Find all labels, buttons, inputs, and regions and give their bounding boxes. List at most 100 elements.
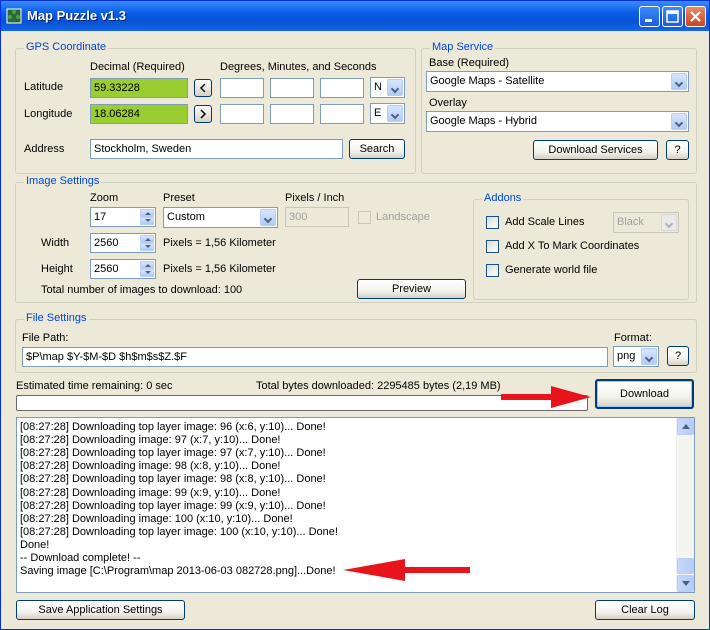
total-bytes-text: Total bytes downloaded: 2295485 bytes (2… bbox=[256, 380, 501, 392]
width-stepper[interactable]: 2560 bbox=[90, 233, 156, 253]
chevron-right-icon bbox=[200, 109, 207, 119]
window-title: Map Puzzle v1.3 bbox=[27, 8, 126, 23]
ppi-value: 300 bbox=[289, 211, 308, 223]
file-path-label: File Path: bbox=[22, 332, 69, 344]
longitude-degrees-input[interactable] bbox=[220, 104, 264, 124]
longitude-hemisphere-value: E bbox=[374, 107, 382, 119]
chevron-down-icon[interactable] bbox=[260, 209, 276, 226]
longitude-minutes-input[interactable] bbox=[270, 104, 314, 124]
latitude-seconds-input[interactable] bbox=[320, 78, 364, 98]
base-map-select[interactable]: Google Maps - Satellite bbox=[426, 71, 689, 92]
preset-select[interactable]: Custom bbox=[163, 207, 278, 228]
app-window: Map Puzzle v1.3 GPS Coordinate Decimal (… bbox=[0, 0, 710, 630]
red-arrow-icon bbox=[343, 559, 470, 581]
download-services-button[interactable]: Download Services bbox=[533, 140, 658, 160]
longitude-seconds-input[interactable] bbox=[320, 104, 364, 124]
ppi-stepper: 300 bbox=[285, 207, 349, 227]
image-settings-group-title: Image Settings bbox=[24, 175, 102, 187]
latitude-label: Latitude bbox=[24, 81, 64, 93]
scale-lines-label: Add Scale Lines bbox=[505, 216, 585, 228]
overlay-map-select[interactable]: Google Maps - Hybrid bbox=[426, 111, 689, 132]
scroll-up-icon[interactable] bbox=[677, 418, 694, 435]
log-scrollbar[interactable] bbox=[676, 418, 694, 592]
dms-header: Degrees, Minutes, and Seconds bbox=[220, 61, 377, 73]
title-bar[interactable]: Map Puzzle v1.3 bbox=[1, 1, 709, 31]
longitude-hemisphere-select[interactable]: E bbox=[370, 103, 405, 124]
log-line: [08:27:28] Downloading image: 99 (x:9, y… bbox=[20, 486, 281, 499]
spin-down-icon[interactable] bbox=[140, 269, 154, 277]
download-button[interactable]: Download bbox=[595, 379, 694, 409]
latitude-minutes-input[interactable] bbox=[270, 78, 314, 98]
scale-lines-color-select: Black bbox=[613, 212, 679, 233]
longitude-decimal-input[interactable]: 18.06284 bbox=[90, 104, 188, 124]
file-settings-help-button[interactable]: ? bbox=[667, 346, 689, 366]
format-value: png bbox=[617, 350, 636, 362]
spin-up-icon[interactable] bbox=[140, 261, 154, 269]
file-settings-group-title: File Settings bbox=[24, 312, 89, 324]
format-label: Format: bbox=[614, 332, 652, 344]
latitude-degrees-input[interactable] bbox=[220, 78, 264, 98]
scroll-thumb[interactable] bbox=[677, 558, 694, 574]
zoom-value: 17 bbox=[94, 211, 107, 223]
height-stepper[interactable]: 2560 bbox=[90, 259, 156, 279]
height-value: 2560 bbox=[94, 263, 119, 275]
height-info: Pixels = 1,56 Kilometer bbox=[163, 263, 276, 275]
time-remaining-text: Estimated time remaining: 0 sec bbox=[16, 380, 173, 392]
mark-coordinates-checkbox[interactable] bbox=[486, 240, 499, 253]
base-map-value: Google Maps - Satellite bbox=[430, 75, 545, 87]
preset-label: Preset bbox=[163, 192, 195, 204]
clear-log-button[interactable]: Clear Log bbox=[595, 600, 695, 620]
format-select[interactable]: png bbox=[613, 346, 659, 367]
world-file-checkbox[interactable] bbox=[486, 264, 499, 277]
map-service-help-button[interactable]: ? bbox=[666, 140, 689, 160]
log-line: [08:27:28] Downloading top layer image: … bbox=[20, 447, 326, 460]
address-input[interactable]: Stockholm, Sweden bbox=[90, 139, 343, 159]
red-arrow-icon bbox=[501, 386, 591, 408]
overlay-label: Overlay bbox=[429, 97, 467, 109]
landscape-checkbox bbox=[358, 211, 371, 224]
log-line: Done! bbox=[20, 538, 50, 551]
chevron-down-icon[interactable] bbox=[641, 348, 657, 365]
height-label: Height bbox=[41, 263, 73, 275]
save-settings-button[interactable]: Save Application Settings bbox=[16, 600, 185, 620]
map-service-group-title: Map Service bbox=[430, 41, 496, 53]
scale-lines-checkbox[interactable] bbox=[486, 216, 499, 229]
file-path-input[interactable]: $P\map $Y-$M-$D $h$m$s$Z.$F bbox=[22, 347, 608, 367]
minimize-icon bbox=[645, 19, 652, 22]
minimize-button[interactable] bbox=[639, 6, 660, 27]
latitude-convert-button[interactable] bbox=[194, 79, 212, 97]
latitude-decimal-input[interactable]: 59.33228 bbox=[90, 78, 188, 98]
latitude-hemisphere-select[interactable]: N bbox=[370, 77, 405, 98]
spin-up-icon[interactable] bbox=[140, 209, 154, 217]
maximize-button[interactable] bbox=[662, 6, 683, 27]
width-label: Width bbox=[41, 237, 70, 249]
log-line: [08:27:28] Downloading top layer image: … bbox=[20, 473, 326, 486]
spin-down-icon[interactable] bbox=[140, 217, 154, 225]
width-info: Pixels = 1,56 Kilometer bbox=[163, 237, 276, 249]
chevron-down-icon[interactable] bbox=[387, 105, 403, 122]
decimal-header: Decimal (Required) bbox=[90, 61, 185, 73]
base-label: Base (Required) bbox=[429, 57, 510, 69]
preset-value: Custom bbox=[167, 211, 205, 223]
close-button[interactable] bbox=[685, 6, 706, 27]
longitude-convert-button[interactable] bbox=[194, 105, 212, 123]
spin-up-icon[interactable] bbox=[140, 235, 154, 243]
mark-coordinates-label: Add X To Mark Coordinates bbox=[505, 240, 640, 252]
landscape-label: Landscape bbox=[376, 211, 430, 223]
chevron-down-icon[interactable] bbox=[671, 113, 687, 130]
zoom-stepper[interactable]: 17 bbox=[90, 207, 156, 227]
scroll-down-icon[interactable] bbox=[677, 575, 694, 592]
spin-down-icon[interactable] bbox=[140, 243, 154, 251]
log-line: [08:27:28] Downloading top layer image: … bbox=[20, 525, 338, 538]
log-line: [08:27:28] Downloading image: 98 (x:8, y… bbox=[20, 460, 281, 473]
scale-lines-color-value: Black bbox=[617, 216, 644, 228]
log-line: [08:27:28] Downloading top layer image: … bbox=[20, 499, 326, 512]
preview-button[interactable]: Preview bbox=[357, 279, 466, 299]
log-line: [08:27:28] Downloading top layer image: … bbox=[20, 421, 326, 433]
chevron-down-icon[interactable] bbox=[671, 73, 687, 90]
search-button[interactable]: Search bbox=[349, 139, 405, 159]
world-file-label: Generate world file bbox=[505, 264, 598, 276]
overlay-map-value: Google Maps - Hybrid bbox=[430, 115, 537, 127]
address-label: Address bbox=[24, 143, 65, 155]
chevron-down-icon[interactable] bbox=[387, 79, 403, 96]
